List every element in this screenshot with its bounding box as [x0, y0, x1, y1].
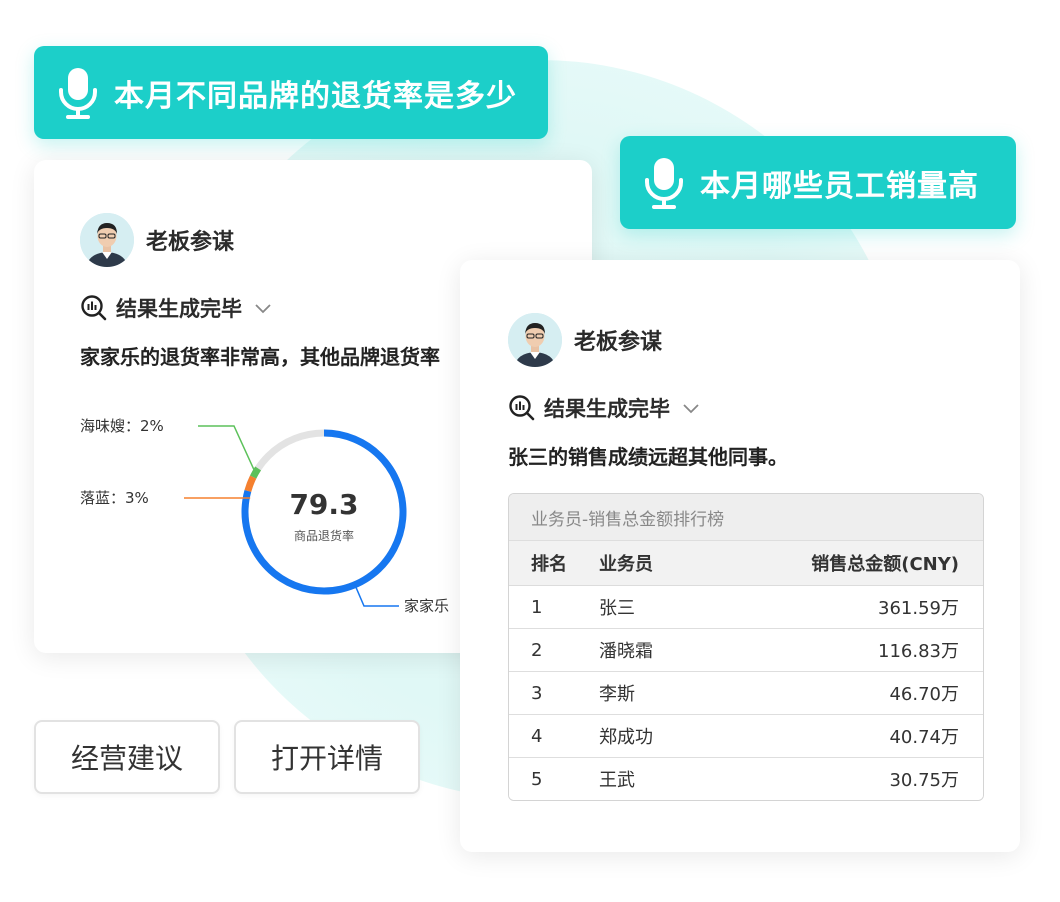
table-caption: 业务员-销售总金额排行榜 [509, 494, 983, 541]
leader-line-haiweisao [198, 425, 257, 473]
table-row: 1 张三 361.59万 [509, 586, 983, 629]
cell-rank: 5 [531, 768, 543, 790]
microphone-icon [645, 157, 683, 209]
cell-rank: 3 [531, 682, 543, 704]
sales-ranking-table: 业务员-销售总金额排行榜 排名 业务员 销售总金额(CNY) 1 张三 361.… [508, 493, 984, 801]
voice-query-text: 本月哪些员工销量高 [700, 168, 979, 204]
avatar [80, 213, 134, 267]
table-row: 5 王武 30.75万 [509, 758, 983, 800]
cell-salesperson: 张三 [599, 598, 635, 619]
result-summary: 家家乐的退货率非常高，其他品牌退货率 [80, 345, 440, 369]
table-row: 4 郑成功 40.74万 [509, 715, 983, 758]
column-header-total-sales: 销售总金额(CNY) [811, 554, 959, 575]
cell-salesperson: 李斯 [599, 684, 635, 705]
leader-line-jiajiale [354, 584, 399, 607]
status-label: 结果生成完毕 [116, 297, 242, 321]
voice-query-bubble-2: 本月哪些员工销量高 [620, 136, 1016, 229]
cell-salesperson: 郑成功 [599, 727, 653, 748]
agent-header: 老板参谋 [508, 313, 662, 367]
center-value: 79.3 [289, 488, 358, 521]
column-header-rank: 排名 [531, 554, 567, 575]
advice-button[interactable]: 经营建议 [34, 720, 220, 794]
voice-query-text: 本月不同品牌的退货率是多少 [114, 78, 517, 114]
agent-name: 老板参谋 [574, 330, 663, 355]
column-header-salesperson: 业务员 [599, 554, 653, 575]
voice-query-bubble-1: 本月不同品牌的退货率是多少 [34, 46, 548, 139]
cell-total-sales: 40.74万 [889, 727, 959, 748]
avatar [508, 313, 562, 367]
chevron-down-icon[interactable] [682, 402, 700, 414]
cell-total-sales: 30.75万 [889, 770, 959, 791]
label-jiajiale: 家家乐 [404, 597, 449, 615]
label-haiweisao: 海味嫂：2% [80, 417, 164, 435]
agent-header: 老板参谋 [80, 213, 234, 267]
cell-rank: 4 [531, 725, 543, 747]
table-row: 3 李斯 46.70万 [509, 672, 983, 715]
agent-name: 老板参谋 [146, 230, 235, 255]
result-status[interactable]: 结果生成完毕 [508, 393, 700, 423]
cell-salesperson: 王武 [599, 770, 635, 791]
center-label: 商品退货率 [294, 528, 354, 543]
microphone-icon [59, 67, 97, 119]
table-row: 2 潘晓霜 116.83万 [509, 629, 983, 672]
status-label: 结果生成完毕 [544, 397, 670, 421]
cell-rank: 2 [531, 639, 543, 661]
result-summary: 张三的销售成绩远超其他同事。 [508, 445, 788, 469]
cell-salesperson: 潘晓霜 [599, 641, 653, 662]
search-analysis-icon [509, 395, 535, 421]
slice-luolan [244, 475, 257, 492]
open-details-button[interactable]: 打开详情 [234, 720, 420, 794]
cell-total-sales: 361.59万 [878, 598, 959, 619]
label-luolan: 落蓝：3% [80, 489, 149, 507]
table-header-row: 排名 业务员 销售总金额(CNY) [509, 541, 983, 586]
search-analysis-icon [81, 295, 107, 321]
cell-total-sales: 116.83万 [878, 641, 959, 662]
result-card-sales-ranking: 老板参谋 结果生成完毕 张三的销售成绩远超其他同事。 业务员-销售总金额排行榜 … [460, 260, 1020, 852]
cell-total-sales: 46.70万 [889, 684, 959, 705]
result-status[interactable]: 结果生成完毕 [80, 293, 272, 323]
chevron-down-icon[interactable] [254, 302, 272, 314]
cell-rank: 1 [531, 596, 543, 618]
